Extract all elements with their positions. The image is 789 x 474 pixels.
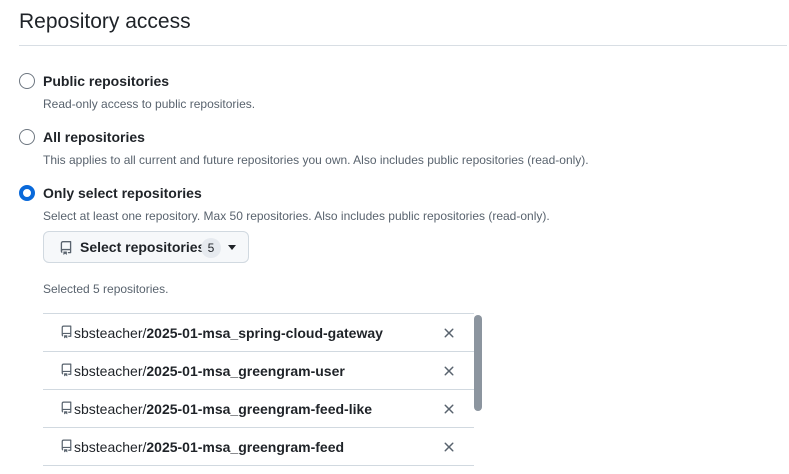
x-icon[interactable] (441, 439, 457, 455)
repository-owner: sbsteacher/ (74, 325, 147, 341)
repository-name: sbsteacher/2025-01-msa_greengram-feed-li… (74, 401, 372, 417)
repository-title: 2025-01-msa_greengram-feed (146, 439, 345, 455)
heading-divider (19, 45, 787, 46)
x-icon[interactable] (441, 325, 457, 341)
selected-summary: Selected 5 repositories. (43, 282, 169, 296)
repo-icon (61, 363, 72, 377)
repository-title: 2025-01-msa_greengram-feed-like (146, 401, 373, 417)
repository-title: 2025-01-msa_spring-cloud-gateway (146, 325, 383, 341)
radio-all-repositories[interactable] (19, 129, 35, 145)
repository-owner: sbsteacher/ (74, 439, 147, 455)
list-item: sbsteacher/2025-01-msa_spring-cloud-gate… (43, 314, 474, 352)
triangle-down-icon (228, 245, 236, 250)
repo-icon (60, 241, 72, 255)
repository-name: sbsteacher/2025-01-msa_spring-cloud-gate… (74, 325, 383, 341)
selected-repository-list[interactable]: sbsteacher/2025-01-msa_spring-cloud-gate… (43, 313, 474, 474)
repo-icon (61, 439, 72, 453)
list-item: sbsteacher/2025-01-msa_greengram-feed-li… (43, 390, 474, 428)
option-label-public[interactable]: Public repositories (43, 73, 169, 89)
repository-owner: sbsteacher/ (74, 363, 147, 379)
repo-icon (61, 325, 72, 339)
option-description-all: This applies to all current and future r… (43, 153, 589, 167)
select-repositories-label: Select repositories (80, 239, 206, 255)
repository-name: sbsteacher/2025-01-msa_greengram-user (74, 363, 345, 379)
repo-icon (61, 401, 72, 415)
x-icon[interactable] (441, 363, 457, 379)
list-scrollbar[interactable] (474, 315, 482, 411)
repository-owner: sbsteacher/ (74, 401, 147, 417)
option-label-all[interactable]: All repositories (43, 129, 145, 145)
repository-name: sbsteacher/2025-01-msa_greengram-feed (74, 439, 344, 455)
list-item: sbsteacher/2025-01-msa_greengram-feed (43, 428, 474, 466)
radio-only-select-repositories[interactable] (19, 185, 35, 201)
radio-public-repositories[interactable] (19, 73, 35, 89)
option-label-select[interactable]: Only select repositories (43, 185, 202, 201)
list-item: sbsteacher/2025-01-msa_greengram-user (43, 352, 474, 390)
select-repositories-button[interactable]: Select repositories 5 (43, 231, 249, 263)
option-description-public: Read-only access to public repositories. (43, 97, 256, 111)
selected-counter-badge: 5 (201, 238, 221, 258)
section-heading: Repository access (19, 10, 191, 33)
repository-title: 2025-01-msa_greengram-user (146, 363, 345, 379)
option-description-select: Select at least one repository. Max 50 r… (43, 209, 550, 223)
x-icon[interactable] (441, 401, 457, 417)
